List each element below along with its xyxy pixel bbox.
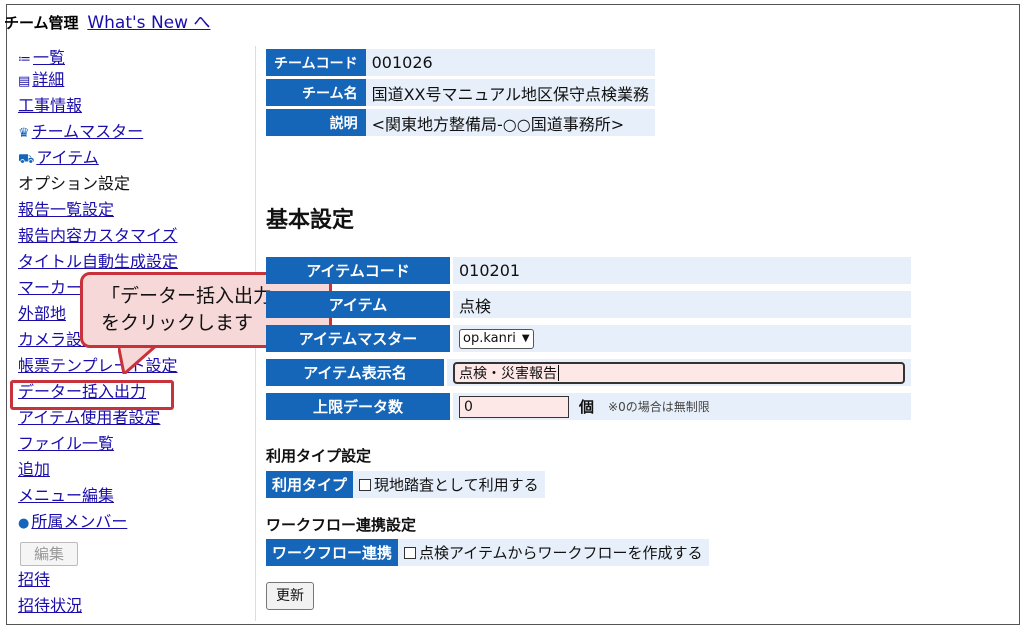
sidebar-item-external-map[interactable]: 外部地: [18, 304, 66, 324]
item-master-selected: op.kanri: [463, 331, 516, 346]
sidebar-item-members[interactable]: ● 所属メンバー: [18, 512, 127, 534]
sidebar-item-title-autogen[interactable]: タイトル自動生成設定: [18, 252, 178, 272]
item-master-label: アイテムマスター: [266, 325, 450, 352]
item-code-row: アイテムコード 010201: [266, 257, 911, 288]
sidebar-item-add[interactable]: 追加: [18, 460, 50, 480]
table-row: チームコード 001026: [266, 49, 656, 76]
sidebar-item-team-master[interactable]: ♛ チームマスター: [18, 122, 143, 144]
sidebar-item-marker[interactable]: マーカー: [18, 278, 82, 298]
usage-type-heading: 利用タイプ設定: [266, 447, 372, 465]
team-name-label: チーム名: [266, 79, 366, 106]
limit-unit: 個: [579, 398, 595, 416]
sidebar-item-item[interactable]: ⛟ アイテム: [18, 148, 99, 170]
item-code-value: 010201: [453, 257, 911, 284]
team-desc-label: 説明: [266, 109, 366, 136]
team-name-value: 国道XX号マニュアル地区保守点検業務: [365, 79, 656, 106]
limit-row: 上限データ数 0 個 ※0の場合は無制限: [266, 393, 911, 424]
usage-type-label: 利用タイプ: [266, 471, 354, 498]
display-name-input[interactable]: 点検・災害報告: [453, 361, 905, 384]
table-row: チーム名 国道XX号マニュアル地区保守点検業務: [266, 79, 656, 106]
sidebar-item-detail[interactable]: ▤ 詳細: [18, 70, 64, 92]
item-value: 点検: [453, 291, 911, 318]
edit-button[interactable]: 編集: [20, 542, 78, 566]
workflow-row: ワークフロー連携 点検アイテムからワークフローを作成する: [266, 539, 709, 568]
usage-type-checkbox-row[interactable]: 現地踏査として利用する: [353, 471, 545, 498]
limit-label: 上限データ数: [266, 393, 450, 420]
update-button[interactable]: 更新: [266, 582, 314, 610]
chevron-down-icon: ▼: [521, 333, 530, 344]
workflow-label: ワークフロー連携: [266, 539, 399, 566]
workflow-checkbox-row[interactable]: 点検アイテムからワークフローを作成する: [398, 539, 709, 566]
team-info-table: チームコード 001026 チーム名 国道XX号マニュアル地区保守点検業務 説明…: [266, 46, 656, 139]
team-code-value: 001026: [365, 49, 656, 76]
header: チーム管理 What's New へ: [4, 8, 210, 33]
sidebar-item-report-customize[interactable]: 報告内容カスタマイズ: [18, 226, 178, 246]
display-name-label: アイテム表示名: [266, 359, 444, 386]
sidebar-item-option-settings: オプション設定: [18, 174, 131, 193]
sidebar-item-invite[interactable]: 招待: [18, 570, 50, 590]
crown-icon: ♛: [18, 126, 30, 141]
item-icon: ⛟: [18, 152, 35, 167]
item-master-select[interactable]: op.kanri ▼: [459, 328, 534, 349]
sidebar-item-item-user-settings[interactable]: アイテム使用者設定: [18, 408, 160, 428]
person-icon: ●: [18, 516, 30, 531]
team-desc-value: <関東地方整備局-○○国道事務所>: [365, 109, 656, 136]
sidebar-item-report-list-settings[interactable]: 報告一覧設定: [18, 200, 114, 220]
basic-settings-heading: 基本設定: [266, 208, 355, 233]
limit-note: ※0の場合は無制限: [608, 400, 710, 414]
document-icon: ▤: [18, 74, 31, 89]
usage-type-option: 現地踏査として利用する: [374, 476, 539, 494]
usage-type-row: 利用タイプ 現地踏査として利用する: [266, 471, 545, 500]
item-code-label: アイテムコード: [266, 257, 450, 284]
item-master-row: アイテムマスター op.kanri ▼: [266, 325, 911, 356]
team-code-label: チームコード: [266, 49, 366, 76]
whats-new-link[interactable]: What's New へ: [87, 13, 210, 33]
callout-pointer: [118, 344, 158, 374]
display-name-row: アイテム表示名 点検・災害報告: [266, 359, 911, 390]
workflow-heading: ワークフロー連携設定: [266, 516, 417, 534]
usage-type-checkbox[interactable]: [359, 478, 372, 491]
sidebar-item-menu-edit[interactable]: メニュー編集: [18, 486, 114, 506]
list-icon: ≔: [18, 52, 31, 67]
limit-value: 0: [464, 398, 473, 415]
table-row: 説明 <関東地方整備局-○○国道事務所>: [266, 109, 656, 136]
item-label: アイテム: [266, 291, 450, 318]
highlight-box: [10, 380, 174, 410]
workflow-option: 点検アイテムからワークフローを作成する: [419, 544, 703, 562]
sidebar-item-list[interactable]: ≔ 一覧: [18, 48, 65, 70]
display-name-value: 点検・災害報告: [459, 365, 557, 382]
item-row: アイテム 点検: [266, 291, 911, 322]
limit-input[interactable]: 0: [459, 395, 569, 418]
text-caret: [558, 364, 559, 381]
team-admin-title: チーム管理: [4, 14, 79, 32]
sidebar-item-construction-info[interactable]: 工事情報: [18, 96, 82, 116]
workflow-checkbox[interactable]: [404, 546, 417, 559]
sidebar-item-invite-status[interactable]: 招待状況: [18, 596, 82, 616]
sidebar-item-file-list[interactable]: ファイル一覧: [18, 434, 114, 454]
basic-settings-form: アイテムコード 010201 アイテム 点検 アイテムマスター op.kanri…: [266, 257, 911, 427]
